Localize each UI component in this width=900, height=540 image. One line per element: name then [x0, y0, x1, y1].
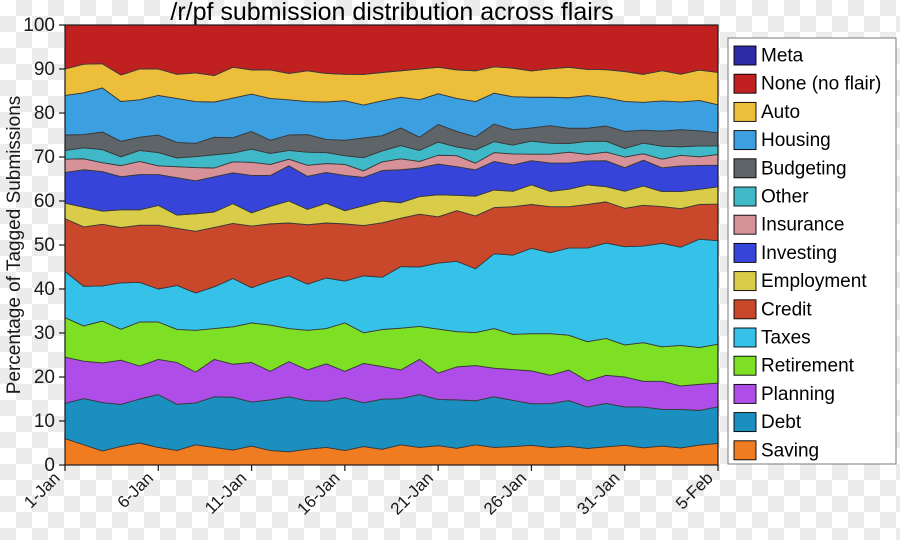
legend-swatch [733, 101, 757, 122]
legend-item-housing[interactable]: Housing [733, 130, 831, 151]
legend-swatch [733, 327, 757, 348]
legend-swatch [733, 355, 757, 376]
y-axis-ticks: 0102030405060708090100 [23, 15, 65, 476]
chart-legend: Meta None (no flair) Auto Housing Budgeting O… [727, 37, 897, 465]
legend-swatch [733, 158, 757, 179]
legend-item-insurance[interactable]: Insurance [733, 214, 844, 236]
legend-label: Retirement [761, 356, 855, 377]
y-tick-label: 10 [34, 411, 55, 432]
chart-figure: /r/pf submission distribution across fla… [0, 0, 900, 540]
legend-item-employment[interactable]: Employment [733, 271, 867, 292]
legend-swatch [733, 299, 757, 320]
chart-title: /r/pf submission distribution across fla… [170, 0, 613, 26]
legend-item-taxes[interactable]: Taxes [733, 327, 811, 349]
legend-label: Debt [761, 412, 802, 433]
legend-label: Taxes [761, 328, 811, 349]
y-tick-label: 100 [23, 15, 55, 36]
x-tick-label: 26-Jan [480, 468, 530, 518]
legend-item-credit[interactable]: Credit [733, 299, 812, 320]
x-axis-ticks: 1-Jan 6-Jan 11-Jan 16-Jan 21-Jan 26-Jan 31-Jan… [20, 465, 719, 519]
x-tick-label: 31-Jan [573, 468, 623, 518]
legend-swatch [733, 45, 757, 66]
legend-item-meta[interactable]: Meta [733, 45, 804, 67]
y-axis-label: Percentage of Tagged Submissions [4, 96, 25, 395]
legend-label: Meta [761, 46, 804, 67]
y-tick-label: 20 [34, 367, 55, 388]
y-tick-label: 50 [34, 235, 55, 256]
legend-swatch [733, 242, 757, 263]
x-tick-label: 11-Jan [201, 468, 250, 517]
legend-swatch [733, 73, 757, 94]
x-tick-label: 6-Jan [114, 468, 158, 512]
legend-swatch [733, 214, 757, 235]
legend-item-budgeting[interactable]: Budgeting [733, 158, 847, 179]
y-tick-label: 40 [34, 279, 55, 300]
legend-swatch [733, 186, 757, 207]
legend-label: Budgeting [761, 158, 847, 179]
legend-swatch [733, 383, 757, 404]
x-tick-label: 5-Feb [672, 468, 717, 513]
legend-label: Insurance [761, 215, 844, 236]
legend-item-other[interactable]: Other [733, 186, 809, 208]
legend-item-saving[interactable]: Saving [733, 440, 819, 461]
legend-label: None (no flair) [761, 74, 881, 95]
legend-label: Other [761, 187, 809, 208]
legend-label: Investing [761, 243, 837, 264]
area-band-none-no-flair [64, 24, 719, 77]
y-tick-label: 30 [34, 323, 55, 344]
legend-swatch [733, 412, 757, 433]
y-tick-label: 60 [34, 191, 55, 212]
x-tick-label: 1-Jan [20, 468, 64, 512]
legend-label: Planning [761, 384, 835, 405]
legend-label: Credit [761, 299, 812, 320]
y-tick-label: 80 [34, 103, 55, 124]
legend-label: Employment [761, 271, 867, 292]
legend-item-none-no-flair[interactable]: None (no flair) [733, 73, 881, 95]
y-tick-label: 90 [34, 59, 55, 80]
stacked-area-chart: /r/pf submission distribution across fla… [4, 0, 897, 519]
legend-item-planning[interactable]: Planning [733, 383, 835, 405]
legend-item-investing[interactable]: Investing [733, 242, 837, 264]
legend-label: Auto [761, 102, 800, 123]
legend-label: Saving [761, 440, 819, 461]
legend-swatch [733, 440, 757, 461]
x-tick-label: 16-Jan [293, 468, 343, 518]
legend-label: Housing [761, 130, 831, 151]
legend-item-retirement[interactable]: Retirement [733, 355, 855, 377]
stacked-area-bands [64, 24, 719, 466]
x-tick-label: 21-Jan [387, 468, 437, 518]
legend-item-debt[interactable]: Debt [733, 412, 802, 433]
legend-swatch [733, 271, 757, 292]
legend-swatch [733, 130, 757, 151]
legend-item-auto[interactable]: Auto [733, 101, 800, 123]
y-tick-label: 70 [34, 147, 55, 168]
